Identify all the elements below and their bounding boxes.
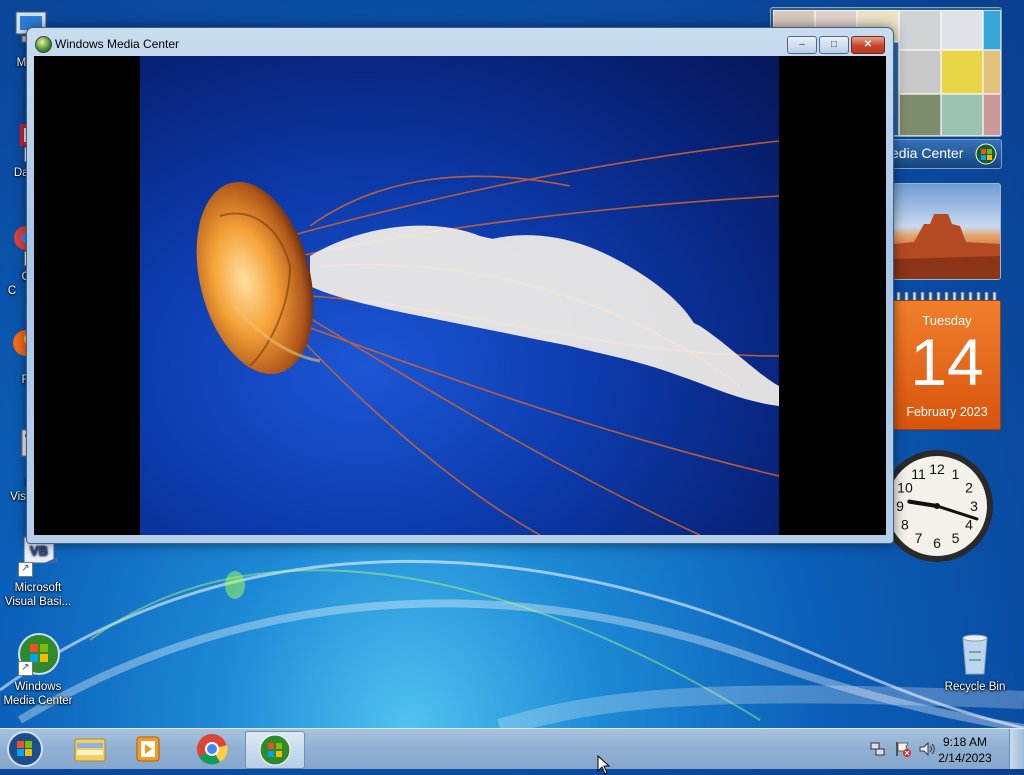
system-tray: 9:18 AM 2/14/2023 — [864, 729, 1024, 769]
jellyfish-video-frame — [140, 56, 780, 535]
media-center-banner-label: edia Center — [891, 145, 964, 161]
clock-number: 1 — [952, 466, 960, 482]
clock-number: 7 — [915, 530, 923, 546]
recycle-bin-icon — [953, 632, 997, 676]
media-tile[interactable] — [941, 10, 983, 50]
action-center-flag-icon[interactable] — [894, 740, 912, 758]
clock-number: 8 — [901, 517, 909, 533]
calendar-day: 14 — [910, 325, 984, 399]
media-center-banner[interactable]: edia Center — [886, 139, 1002, 169]
chrome-icon — [197, 734, 228, 765]
media-player-icon — [136, 736, 160, 762]
media-tile[interactable] — [899, 50, 941, 94]
media-tile[interactable] — [983, 10, 1001, 50]
media-tile[interactable] — [983, 94, 1001, 136]
show-desktop-button[interactable] — [1009, 729, 1024, 769]
window-titlebar[interactable]: Windows Media Center – □ ✕ — [27, 28, 893, 56]
media-center-window[interactable]: Windows Media Center – □ ✕ — [26, 27, 894, 544]
clock-number: 3 — [970, 498, 978, 514]
clock-number: 5 — [952, 530, 960, 546]
taskbar: 9:18 AM 2/14/2023 — [0, 728, 1024, 769]
desktop-icon-label: Microsoft Visual Basi... — [4, 582, 72, 608]
close-button[interactable]: ✕ — [851, 36, 885, 54]
taskbar-date: 2/14/2023 — [938, 751, 992, 765]
taskbar-time: 9:18 AM — [942, 735, 988, 749]
media-tile[interactable] — [941, 50, 983, 94]
calendar-page: Tuesday 14 February 2023 — [893, 300, 1001, 430]
clock-number: 2 — [965, 480, 973, 496]
media-tile[interactable] — [899, 10, 941, 50]
clock-number: 6 — [933, 535, 941, 551]
slideshow-gadget[interactable] — [893, 183, 1001, 280]
minimize-button[interactable]: – — [787, 36, 817, 54]
svg-text:VB: VB — [30, 543, 48, 558]
windows-media-center-icon: ↗ — [16, 632, 60, 676]
media-tile[interactable] — [983, 50, 1001, 94]
media-tile[interactable] — [941, 94, 983, 136]
desktop-icon-label: Windows Media Center — [3, 681, 73, 707]
windows-media-center-icon — [35, 36, 52, 53]
calendar-gadget[interactable]: Tuesday 14 February 2023 — [893, 292, 1001, 430]
calendar-month-year: February 2023 — [906, 405, 988, 419]
shortcut-arrow-icon: ↗ — [18, 562, 33, 577]
taskbar-windows-media-center-button[interactable] — [245, 731, 305, 769]
desktop-icon-windows-media-center[interactable]: ↗ Windows Media Center — [0, 632, 76, 708]
desktop-icon-recycle-bin[interactable]: Recycle Bin — [937, 632, 1013, 694]
desktop-icon-label: F — [21, 374, 29, 386]
restore-button[interactable]: □ — [819, 36, 849, 54]
jellyfish-image — [196, 140, 780, 535]
taskbar-media-player-button[interactable] — [119, 731, 177, 767]
taskbar-clock[interactable]: 9:18 AM 2/14/2023 — [930, 734, 1000, 766]
desktop-icon-label: Recycle Bin — [944, 681, 1006, 693]
windows-media-center-icon — [259, 734, 291, 766]
desktop-icon-visual-basic[interactable]: VB ↗ Microsoft Visual Basi... — [0, 533, 76, 609]
windows-logo-icon — [975, 143, 997, 165]
clock-gadget[interactable]: 12 1 2 3 4 5 6 7 8 9 10 11 — [881, 443, 999, 571]
folder-icon — [74, 738, 106, 762]
monument-valley-photo — [894, 214, 1000, 279]
video-area[interactable] — [34, 56, 886, 535]
windows-orb-icon — [7, 731, 43, 767]
mouse-cursor-icon — [597, 755, 611, 775]
shortcut-arrow-icon: ↗ — [18, 661, 33, 676]
window-title: Windows Media Center — [55, 37, 180, 51]
clock-center — [934, 503, 940, 509]
taskbar-file-explorer-button[interactable] — [60, 731, 118, 767]
clock-face: 12 1234567891011 — [881, 450, 993, 562]
start-button[interactable] — [4, 730, 46, 768]
media-tile[interactable] — [899, 94, 941, 136]
network-icon[interactable] — [870, 741, 886, 757]
clock-number: 12 — [929, 461, 945, 477]
taskbar-chrome-button[interactable] — [182, 731, 240, 767]
clock-number: 11 — [911, 466, 926, 482]
clock-number: 9 — [896, 498, 904, 514]
